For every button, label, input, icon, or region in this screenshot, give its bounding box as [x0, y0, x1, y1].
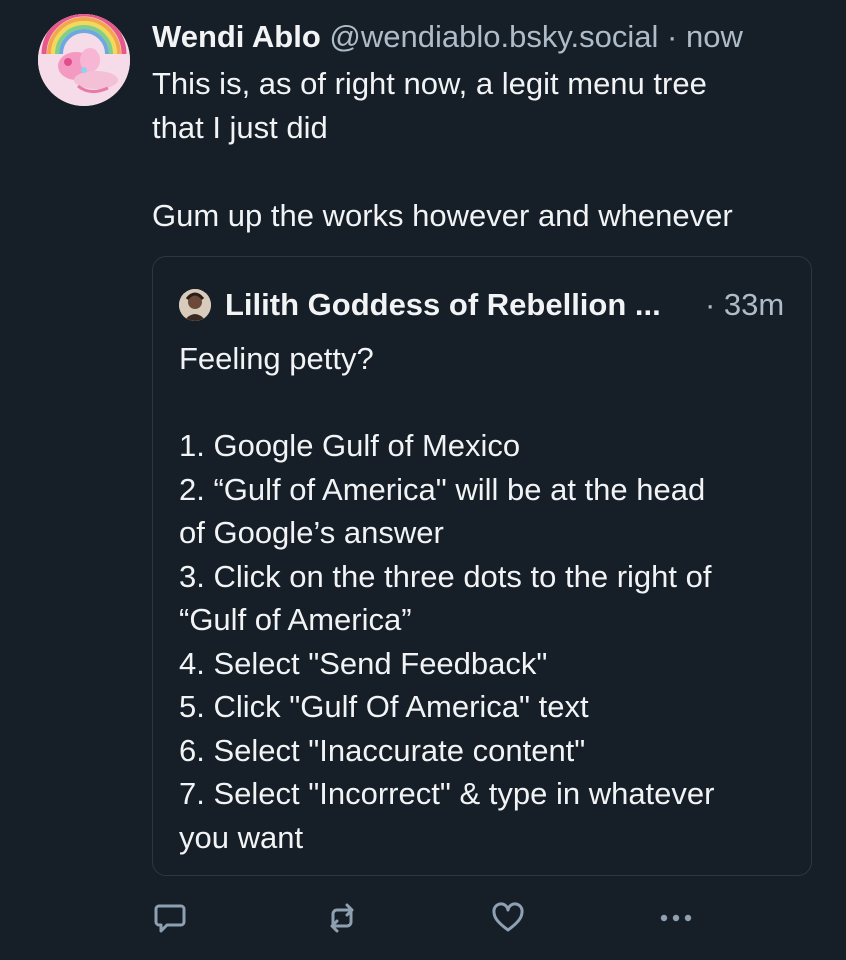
quoted-text-line: Feeling petty? — [179, 341, 374, 376]
quoted-text-line: 5. Click "Gulf Of America" text — [179, 689, 589, 724]
quoted-post[interactable]: Lilith Goddess of Rebellion ... · 33m Fe… — [152, 256, 812, 876]
post-header: Wendi Ablo @wendiablo.bsky.social · now — [152, 18, 832, 56]
quoted-text-line: 6. Select "Inaccurate content" — [179, 732, 586, 768]
post-text-blank-line — [152, 150, 822, 194]
post-actions — [150, 898, 710, 938]
post-timestamp[interactable]: now — [686, 19, 743, 54]
post: Wendi Ablo @wendiablo.bsky.social · now … — [0, 0, 846, 960]
repost-button[interactable] — [322, 898, 362, 938]
author-display-name[interactable]: Wendi Ablo — [152, 19, 321, 54]
quoted-text-line: of Google’s answer — [179, 515, 444, 550]
quoted-author-name: Lilith Goddess of Rebellion ... — [225, 287, 661, 322]
post-text-line: Gum up the works however and whenever — [152, 198, 733, 233]
quoted-text-line: “Gulf of America” — [179, 602, 412, 637]
post-text-line: This is, as of right now, a legit menu t… — [152, 66, 707, 101]
heart-icon — [492, 902, 524, 932]
quoted-text-line: you want — [179, 819, 304, 855]
avatar-image — [38, 14, 130, 106]
reply-button[interactable] — [150, 898, 190, 938]
post-text: This is, as of right now, a legit menu t… — [152, 62, 822, 238]
quoted-text-line: 1. Google Gulf of Mexico — [179, 428, 521, 463]
speech-bubble-icon — [154, 904, 186, 933]
quoted-text-line: 4. Select "Send Feedback" — [179, 645, 548, 681]
ellipsis-icon — [660, 914, 692, 922]
header-separator: · — [667, 19, 678, 54]
quoted-post-text: Feeling petty? 1. Google Gulf of Mexico … — [179, 337, 799, 859]
quoted-text-line: 2. “Gulf of America" will be at the head — [179, 471, 706, 507]
like-button[interactable] — [488, 898, 528, 938]
quoted-text-blank-line — [179, 381, 799, 425]
repost-arrows-icon — [330, 903, 354, 933]
post-text-line: that I just did — [152, 110, 328, 145]
quoted-author-avatar — [179, 289, 211, 321]
quoted-text-line: 7. Select "Incorrect" & type in whatever — [179, 776, 715, 811]
quoted-text-line: 3. Click on the three dots to the right … — [179, 558, 712, 594]
quoted-post-timestamp: · 33m — [705, 287, 785, 322]
author-handle[interactable]: @wendiablo.bsky.social — [329, 19, 658, 54]
quoted-avatar-image — [179, 289, 211, 321]
author-avatar[interactable] — [38, 14, 130, 106]
more-options-button[interactable] — [656, 898, 696, 938]
quoted-post-header: Lilith Goddess of Rebellion ... · 33m — [179, 285, 799, 325]
